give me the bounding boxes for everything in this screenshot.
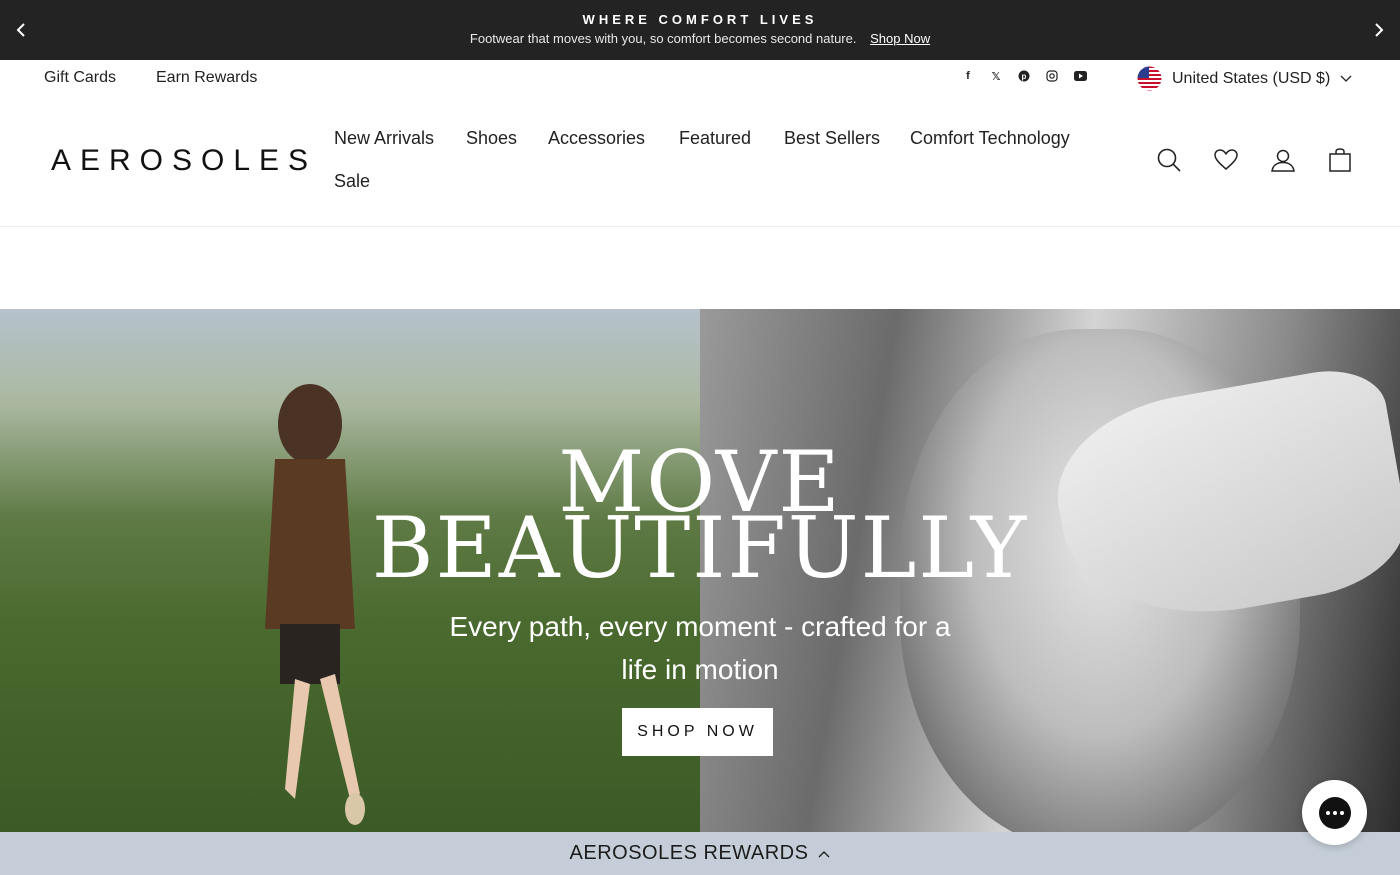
nav-item-best-sellers[interactable]: Best Sellers (784, 128, 880, 149)
hero-banner: MOVE BEAUTIFULLY Every path, every momen… (0, 309, 1400, 832)
utility-bar: Gift Cards Earn Rewards f 𝕏 p United Sta… (0, 60, 1400, 96)
instagram-icon[interactable] (1044, 68, 1060, 84)
nav-item-comfort-technology[interactable]: Comfort Technology (910, 128, 1070, 149)
rewards-bar[interactable]: AEROSOLES REWARDS (0, 832, 1400, 875)
chat-bubble-icon (1318, 796, 1351, 829)
gift-cards-link[interactable]: Gift Cards (44, 69, 116, 87)
search-icon[interactable] (1157, 148, 1181, 172)
hero-headline: MOVE BEAUTIFULLY (0, 440, 1400, 597)
announcement-title: WHERE COMFORT LIVES (582, 12, 818, 27)
chevron-up-icon (818, 850, 830, 857)
announcement-next-button[interactable] (1358, 0, 1400, 60)
hero-tagline: Every path, every moment - crafted for a… (449, 611, 951, 685)
facebook-icon[interactable]: f (960, 68, 976, 84)
announcement-shop-now-link[interactable]: Shop Now (870, 31, 930, 46)
site-header: AEROSOLES New Arrivals Shoes Accessories… (0, 96, 1400, 227)
chevron-down-icon (1340, 75, 1352, 82)
svg-text:p: p (1022, 72, 1027, 81)
account-icon[interactable] (1271, 148, 1295, 172)
hero-headline-line2: BEAUTIFULLY (371, 499, 1029, 597)
rewards-label: AEROSOLES REWARDS (569, 842, 809, 864)
country-selector[interactable]: United States (USD $) (1137, 66, 1352, 91)
announcement-message: Footwear that moves with you, so comfort… (469, 31, 857, 46)
site-logo[interactable]: AEROSOLES (51, 144, 317, 178)
chevron-right-icon (1375, 23, 1384, 37)
social-links: f 𝕏 p (960, 68, 1088, 84)
pinterest-icon[interactable]: p (1016, 68, 1032, 84)
header-icons (1157, 148, 1352, 172)
nav-item-featured[interactable]: Featured (679, 128, 751, 149)
nav-item-accessories[interactable]: Accessories (548, 128, 645, 149)
hero-running-woman-image (265, 384, 365, 825)
youtube-icon[interactable] (1072, 68, 1088, 84)
announcement-bar: WHERE COMFORT LIVES Footwear that moves … (0, 0, 1400, 60)
announcement-message-row: Footwear that moves with you, so comfort… (0, 31, 1400, 46)
country-label: United States (USD $) (1172, 69, 1331, 87)
chat-widget-button[interactable] (1302, 780, 1367, 845)
nav-item-shoes[interactable]: Shoes (466, 128, 517, 149)
x-icon[interactable]: 𝕏 (988, 68, 1004, 84)
earn-rewards-link[interactable]: Earn Rewards (156, 69, 257, 87)
nav-item-sale[interactable]: Sale (334, 171, 370, 192)
hero-shop-now-button[interactable]: SHOP NOW (622, 708, 773, 756)
nav-item-new-arrivals[interactable]: New Arrivals (334, 128, 434, 149)
us-flag-icon (1137, 66, 1162, 91)
announcement-prev-button[interactable] (0, 0, 42, 60)
wishlist-heart-icon[interactable] (1214, 148, 1238, 172)
cart-bag-icon[interactable] (1328, 148, 1352, 172)
